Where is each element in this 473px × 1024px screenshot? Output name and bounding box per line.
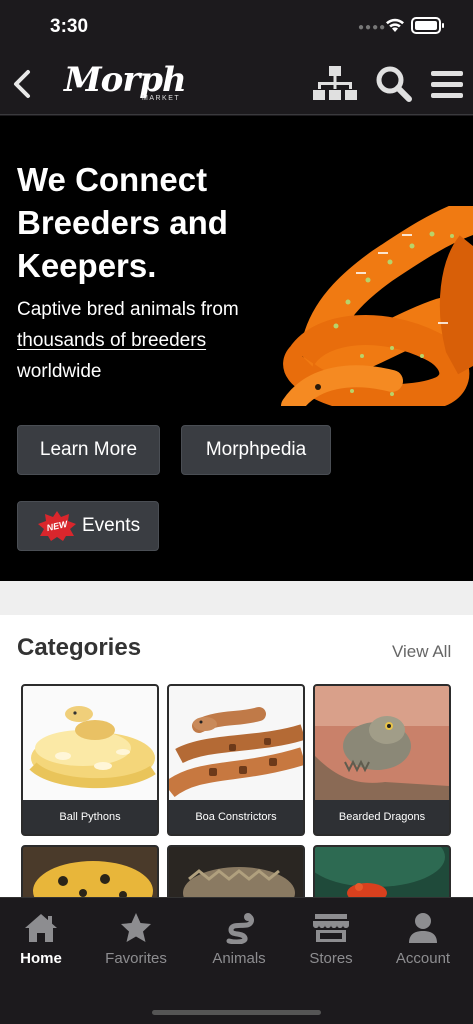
hero-subtitle-text: Captive bred animals from xyxy=(17,299,239,320)
back-arrow-icon[interactable] xyxy=(6,64,42,104)
tab-stores-label: Stores xyxy=(309,950,353,967)
hero-title: We Connect Breeders and Keepers. xyxy=(17,161,228,284)
learn-more-button[interactable]: Learn More xyxy=(17,425,160,475)
star-icon xyxy=(121,913,151,942)
section-divider xyxy=(0,581,473,615)
boa-constrictor-image xyxy=(169,686,303,800)
category-card-crested-geckos[interactable] xyxy=(167,845,305,897)
crested-gecko-image xyxy=(169,847,303,897)
store-icon xyxy=(313,914,349,942)
wifi-icon xyxy=(386,18,404,32)
logo-text: Morph xyxy=(64,60,187,100)
tab-account-label: Account xyxy=(395,950,451,967)
tab-animals[interactable]: Animals xyxy=(192,912,286,974)
frog-image xyxy=(315,847,449,897)
status-bar: 3:30 ●●●● xyxy=(0,0,473,52)
hamburger-menu-icon[interactable] xyxy=(427,64,467,104)
morphpedia-button[interactable]: Morphpedia xyxy=(181,425,331,475)
snake-icon xyxy=(226,913,254,944)
home-indicator[interactable] xyxy=(152,1010,321,1015)
categories-title: Categories xyxy=(17,634,142,661)
user-icon xyxy=(409,913,437,943)
category-card-bearded-dragons[interactable]: Bearded Dragons xyxy=(313,684,451,836)
tab-stores[interactable]: Stores xyxy=(284,912,378,974)
category-card-ball-pythons[interactable]: Ball Pythons xyxy=(21,684,159,836)
ball-python-image xyxy=(23,686,157,800)
new-badge-icon: NEW xyxy=(38,511,76,541)
tab-home[interactable]: Home xyxy=(0,912,88,974)
morph-market-logo[interactable]: Morph MARKET xyxy=(64,60,187,108)
logo-subtext: MARKET xyxy=(142,95,181,102)
signal-icon: ●●●● xyxy=(358,22,387,33)
category-card-frogs[interactable] xyxy=(313,845,451,897)
categories-section: Categories View All Ball Pythons Boa Con… xyxy=(0,615,473,897)
view-all-link[interactable]: View All xyxy=(392,642,451,662)
bearded-dragon-image xyxy=(315,686,449,800)
tab-favorites[interactable]: Favorites xyxy=(89,912,183,974)
search-icon[interactable] xyxy=(373,64,415,104)
tab-home-label: Home xyxy=(20,950,62,967)
nav-bar: Morph MARKET xyxy=(0,52,473,115)
status-time: 3:30 xyxy=(50,16,89,37)
category-label: Boa Constrictors xyxy=(169,800,303,834)
events-button[interactable]: NEW Events xyxy=(17,501,159,551)
hero-subtitle-end: worldwide xyxy=(17,361,102,382)
events-label: Events xyxy=(82,515,141,536)
leopard-gecko-image xyxy=(23,847,157,897)
category-card-boa-constrictors[interactable]: Boa Constrictors xyxy=(167,684,305,836)
hero-subtitle: Captive bred animals from thousands of b… xyxy=(17,294,277,387)
hero-snake-image xyxy=(281,206,473,406)
battery-icon xyxy=(411,17,444,34)
hero-banner: We Connect Breeders and Keepers. Captive… xyxy=(0,116,473,581)
category-label: Ball Pythons xyxy=(23,800,157,834)
tab-favorites-label: Favorites xyxy=(105,950,167,967)
home-icon xyxy=(25,914,57,942)
sitemap-icon[interactable] xyxy=(311,64,359,104)
tab-animals-label: Animals xyxy=(212,950,266,967)
breeders-link[interactable]: thousands of breeders xyxy=(17,330,206,351)
category-card-leopard-geckos[interactable] xyxy=(21,845,159,897)
bottom-tab-bar: Home Favorites Animals Stores Account xyxy=(0,897,473,1024)
category-label: Bearded Dragons xyxy=(315,800,449,834)
tab-account[interactable]: Account xyxy=(376,912,470,974)
